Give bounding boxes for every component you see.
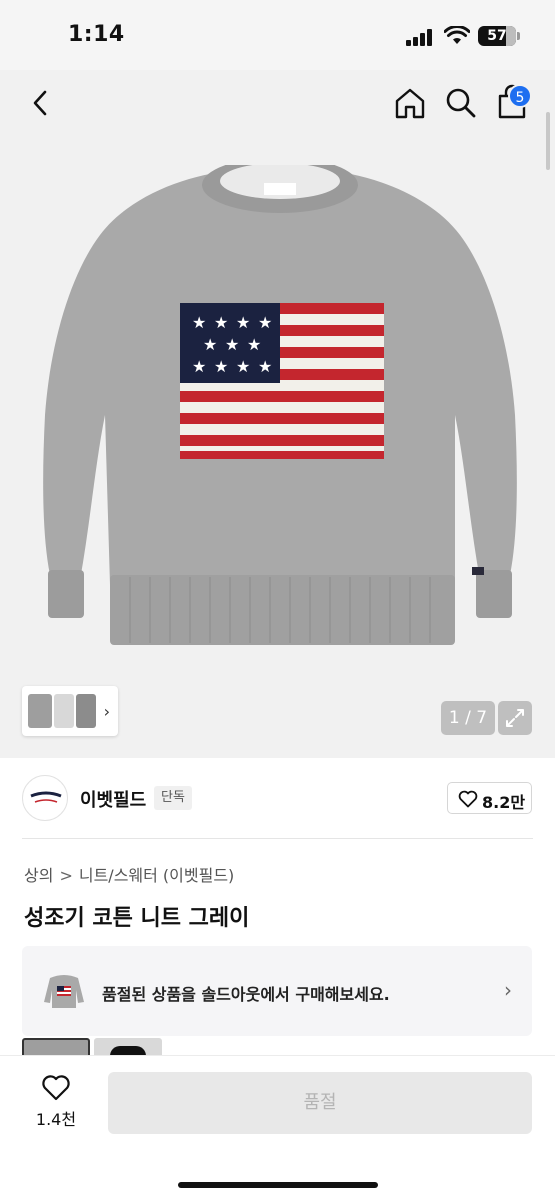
product-photo: ★ ★ ★ ★ ★ ★ ★ ★ ★ ★ ★ [43, 165, 517, 645]
cart-count-badge: 5 [508, 84, 532, 108]
soldout-banner-text: 품절된 상품을 솔드아웃에서 구매해보세요. [102, 985, 390, 1004]
exclusive-badge: 단독 [154, 786, 192, 810]
svg-text:★: ★ [236, 357, 250, 376]
wishlist-count: 1.4천 [35, 1110, 77, 1129]
chevron-right-icon: › [103, 702, 110, 721]
brand-name[interactable]: 이벳필드 [80, 786, 146, 812]
status-time: 1:14 [68, 22, 125, 47]
product-title: 성조기 코튼 니트 그레이 [24, 906, 250, 931]
brand-like-button[interactable]: 8.2만 [447, 782, 532, 814]
battery-icon: 57 [478, 26, 516, 46]
svg-text:★: ★ [214, 357, 228, 376]
breadcrumb-subcategory[interactable]: 니트/스웨터 (이벳필드) [79, 866, 234, 885]
breadcrumb-category[interactable]: 상의 [24, 866, 53, 885]
battery-level: 57 [487, 28, 507, 44]
search-icon[interactable] [444, 86, 478, 120]
soldout-banner[interactable]: 품절된 상품을 솔드아웃에서 구매해보세요. › [22, 946, 532, 1036]
home-icon[interactable] [393, 86, 427, 120]
home-indicator [178, 1182, 378, 1188]
signal-icon [406, 28, 436, 46]
status-bar: 1:14 57 [0, 0, 555, 70]
thumbnail-strip[interactable]: › [22, 686, 118, 736]
brand-like-count: 8.2만 [482, 793, 526, 812]
svg-text:★: ★ [214, 313, 228, 332]
svg-text:★: ★ [258, 313, 272, 332]
breadcrumb-separator: > [59, 866, 73, 885]
soldout-button[interactable]: 품절 [108, 1072, 532, 1134]
svg-text:★: ★ [203, 335, 217, 354]
heart-icon [42, 1075, 70, 1101]
image-counter: 1 / 7 [441, 701, 495, 735]
brand-logo-mark [30, 791, 62, 803]
svg-text:★: ★ [258, 357, 272, 376]
brand-logo[interactable] [22, 775, 68, 821]
svg-text:★: ★ [192, 313, 206, 332]
soldout-product-thumbnail [44, 975, 84, 1008]
scrollbar[interactable] [546, 112, 550, 170]
breadcrumb: 상의 > 니트/스웨터 (이벳필드) [24, 862, 234, 886]
wifi-icon [444, 26, 470, 44]
svg-text:★: ★ [192, 357, 206, 376]
back-icon[interactable] [26, 88, 56, 118]
divider [22, 838, 533, 839]
chevron-right-icon: › [504, 978, 512, 1002]
svg-text:★: ★ [247, 335, 261, 354]
svg-text:★: ★ [225, 335, 239, 354]
heart-icon [458, 790, 478, 808]
expand-icon[interactable] [498, 701, 532, 735]
wishlist-button[interactable]: 1.4천 [26, 1072, 86, 1134]
svg-text:★: ★ [236, 313, 250, 332]
